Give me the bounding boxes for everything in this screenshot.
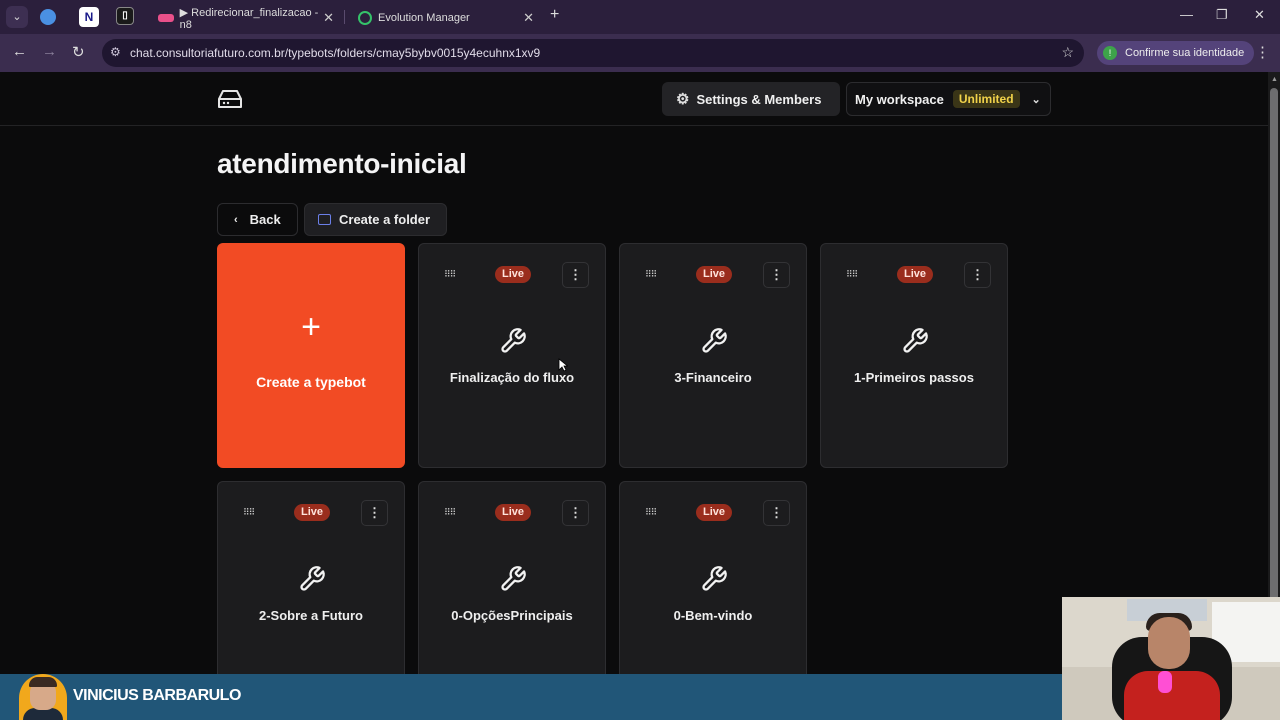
webcam-person-body [1124, 671, 1220, 720]
drag-handle-icon[interactable]: ⠿⠿ [243, 507, 255, 518]
live-badge: Live [897, 266, 934, 283]
typebot-card[interactable]: ⠿⠿ Live ⋮ 0-OpçõesPrincipais [418, 481, 606, 706]
browser-toolbar: ← → ↻ ⚙ chat.consultoriafuturo.com.br/ty… [0, 34, 1280, 72]
more-options-button[interactable]: ⋮ [562, 262, 589, 288]
typebot-card[interactable]: ⠿⠿ Live ⋮ 3-Financeiro [619, 243, 807, 468]
new-tab-icon[interactable]: + [550, 6, 559, 24]
scroll-up-icon[interactable]: ▲ [1271, 76, 1278, 83]
n8n-icon [158, 14, 174, 22]
tab-divider [344, 10, 345, 24]
typebot-name: 3-Financeiro [674, 370, 752, 385]
more-options-button[interactable]: ⋮ [361, 500, 388, 526]
webcam-microphone [1158, 671, 1172, 693]
typebot-card[interactable]: ⠿⠿ Live ⋮ Finalização do fluxo [418, 243, 606, 468]
wrench-icon [501, 328, 526, 353]
tab-search-button[interactable]: ⌄ [6, 6, 28, 28]
avatar-hair [29, 677, 57, 687]
wrench-icon [702, 566, 727, 591]
webcam-feed [1062, 597, 1280, 720]
address-bar[interactable]: ⚙ chat.consultoriafuturo.com.br/typebots… [102, 39, 1084, 67]
webcam-person-head [1148, 617, 1190, 669]
close-tab-icon[interactable]: ✕ [323, 10, 334, 26]
create-folder-label: Create a folder [339, 212, 431, 227]
whatsapp-icon [358, 11, 372, 25]
settings-label: Settings & Members [696, 91, 822, 107]
typebot-name: 0-OpçõesPrincipais [451, 608, 573, 623]
workspace-label: My workspace [855, 91, 944, 107]
wrench-icon [501, 566, 526, 591]
pinned-tab-notion-icon[interactable]: N [79, 7, 99, 27]
pinned-tab-chrome-icon[interactable] [40, 9, 56, 25]
browser-tab-strip: ⌄ N ▯ ▶ Redirecionar_finalizacao - n8 ✕ … [0, 0, 1280, 34]
browser-menu-icon[interactable]: ⋮ [1255, 43, 1270, 61]
drag-handle-icon[interactable]: ⠿⠿ [444, 507, 456, 518]
scroll-thumb[interactable] [1270, 88, 1278, 663]
create-typebot-label: Create a typebot [256, 374, 366, 390]
close-window-icon[interactable]: ✕ [1254, 7, 1265, 23]
more-options-button[interactable]: ⋮ [763, 262, 790, 288]
settings-members-button[interactable]: ⚙ Settings & Members [662, 82, 840, 116]
wrench-icon [300, 566, 325, 591]
logo-icon[interactable] [218, 89, 242, 109]
forward-arrow-icon[interactable]: → [42, 43, 57, 60]
live-badge: Live [696, 266, 733, 283]
drag-handle-icon[interactable]: ⠿⠿ [645, 507, 657, 518]
drag-handle-icon[interactable]: ⠿⠿ [444, 269, 456, 280]
tab-title: Evolution Manager [378, 12, 470, 24]
typebot-name: 2-Sobre a Futuro [258, 608, 363, 623]
more-options-button[interactable]: ⋮ [763, 500, 790, 526]
more-options-button[interactable]: ⋮ [964, 262, 991, 288]
chevron-left-icon: ‹ [234, 213, 238, 226]
pinned-tab-typebot-icon[interactable]: ▯ [116, 7, 134, 25]
restore-icon[interactable]: ❐ [1216, 7, 1228, 23]
app-header: ⚙ Settings & Members My workspace Unlimi… [0, 72, 1268, 126]
wrench-icon [702, 328, 727, 353]
live-badge: Live [495, 266, 532, 283]
tab-title: ▶ Redirecionar_finalizacao - n8 [179, 6, 319, 31]
back-arrow-icon[interactable]: ← [12, 43, 27, 60]
drag-handle-icon[interactable]: ⠿⠿ [645, 269, 657, 280]
reload-icon[interactable]: ↻ [72, 43, 85, 61]
plus-icon: + [301, 308, 321, 346]
drag-handle-icon[interactable]: ⠿⠿ [846, 269, 858, 280]
chevron-down-icon: ⌄ [1031, 93, 1041, 106]
identity-label: Confirme sua identidade [1125, 47, 1245, 59]
mouse-cursor-icon [558, 358, 568, 372]
presenter-avatar [19, 674, 67, 720]
plan-badge: Unlimited [952, 90, 1020, 108]
gear-icon: ⚙ [676, 91, 690, 108]
live-badge: Live [294, 504, 331, 521]
more-options-button[interactable]: ⋮ [562, 500, 589, 526]
folder-plus-icon [318, 214, 331, 225]
typebot-card[interactable]: ⠿⠿ Live ⋮ 0-Bem-vindo [619, 481, 807, 706]
live-badge: Live [495, 504, 532, 521]
typebot-name: Finalização do fluxo [449, 370, 575, 385]
bookmark-star-icon[interactable]: ☆ [1061, 44, 1074, 61]
live-badge: Live [696, 504, 733, 521]
back-button[interactable]: ‹ Back [217, 203, 298, 236]
site-info-icon[interactable]: ⚙ [110, 45, 121, 59]
page-title: atendimento-inicial [217, 148, 467, 179]
profile-icon: ! [1103, 46, 1117, 60]
typebot-name: 1-Primeiros passos [854, 370, 974, 385]
close-tab-icon[interactable]: ✕ [523, 10, 534, 26]
workspace-dropdown[interactable]: My workspace Unlimited ⌄ [846, 82, 1051, 116]
create-typebot-card[interactable]: + Create a typebot [217, 243, 405, 468]
tab-n8n[interactable]: ▶ Redirecionar_finalizacao - n8 ✕ [146, 2, 342, 34]
identity-button[interactable]: ! Confirme sua identidade [1097, 41, 1255, 65]
minimize-icon[interactable]: — [1180, 7, 1193, 22]
tab-evolution-manager[interactable]: Evolution Manager ✕ [346, 2, 542, 34]
typebot-name: 0-Bem-vindo [673, 608, 753, 623]
typebot-card[interactable]: ⠿⠿ Live ⋮ 1-Primeiros passos [820, 243, 1008, 468]
create-folder-button[interactable]: Create a folder [304, 203, 447, 236]
url-text: chat.consultoriafuturo.com.br/typebots/f… [130, 46, 541, 60]
typebot-card[interactable]: ⠿⠿ Live ⋮ 2-Sobre a Futuro [217, 481, 405, 706]
presenter-name: VINICIUS BARBARULO [73, 687, 241, 704]
back-label: Back [249, 212, 281, 227]
wrench-icon [903, 328, 928, 353]
